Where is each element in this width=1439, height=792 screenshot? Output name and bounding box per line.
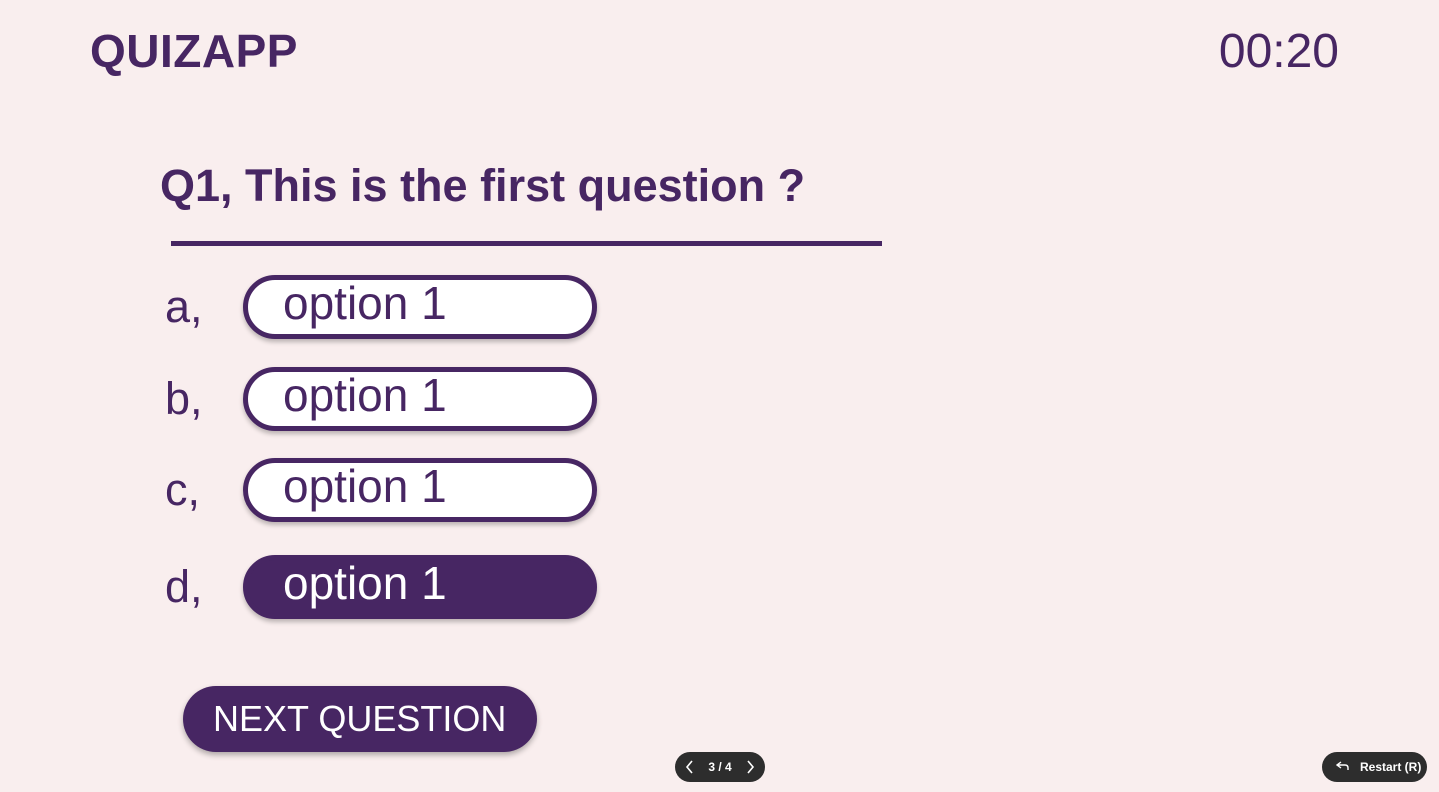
option-row-c: c, option 1 <box>165 457 597 523</box>
chevron-left-icon[interactable] <box>681 758 699 776</box>
app-title: QUIZAPP <box>90 25 298 77</box>
undo-icon <box>1335 760 1350 775</box>
option-letter: d, <box>165 561 203 612</box>
question-divider <box>171 241 882 246</box>
option-letter: c, <box>165 464 201 515</box>
option-row-b: b, option 1 <box>165 366 597 432</box>
option-row-d: d, option 1 <box>165 554 597 620</box>
option-button-c[interactable]: option 1 <box>243 458 597 522</box>
question-text: Q1, This is the first question ? <box>160 160 806 211</box>
option-letter: a, <box>165 281 203 332</box>
restart-button[interactable]: Restart (R) <box>1322 752 1427 782</box>
option-button-a[interactable]: option 1 <box>243 275 597 339</box>
slide-pager: 3 / 4 <box>675 752 765 782</box>
chevron-right-icon[interactable] <box>741 758 759 776</box>
option-letter: b, <box>165 373 203 424</box>
option-button-b[interactable]: option 1 <box>243 367 597 431</box>
option-button-d[interactable]: option 1 <box>243 555 597 619</box>
option-row-a: a, option 1 <box>165 274 597 340</box>
next-question-button[interactable]: NEXT QUESTION <box>183 686 537 752</box>
restart-label: Restart (R) <box>1360 760 1422 774</box>
timer: 00:20 <box>1218 25 1339 78</box>
pager-text: 3 / 4 <box>708 760 732 774</box>
